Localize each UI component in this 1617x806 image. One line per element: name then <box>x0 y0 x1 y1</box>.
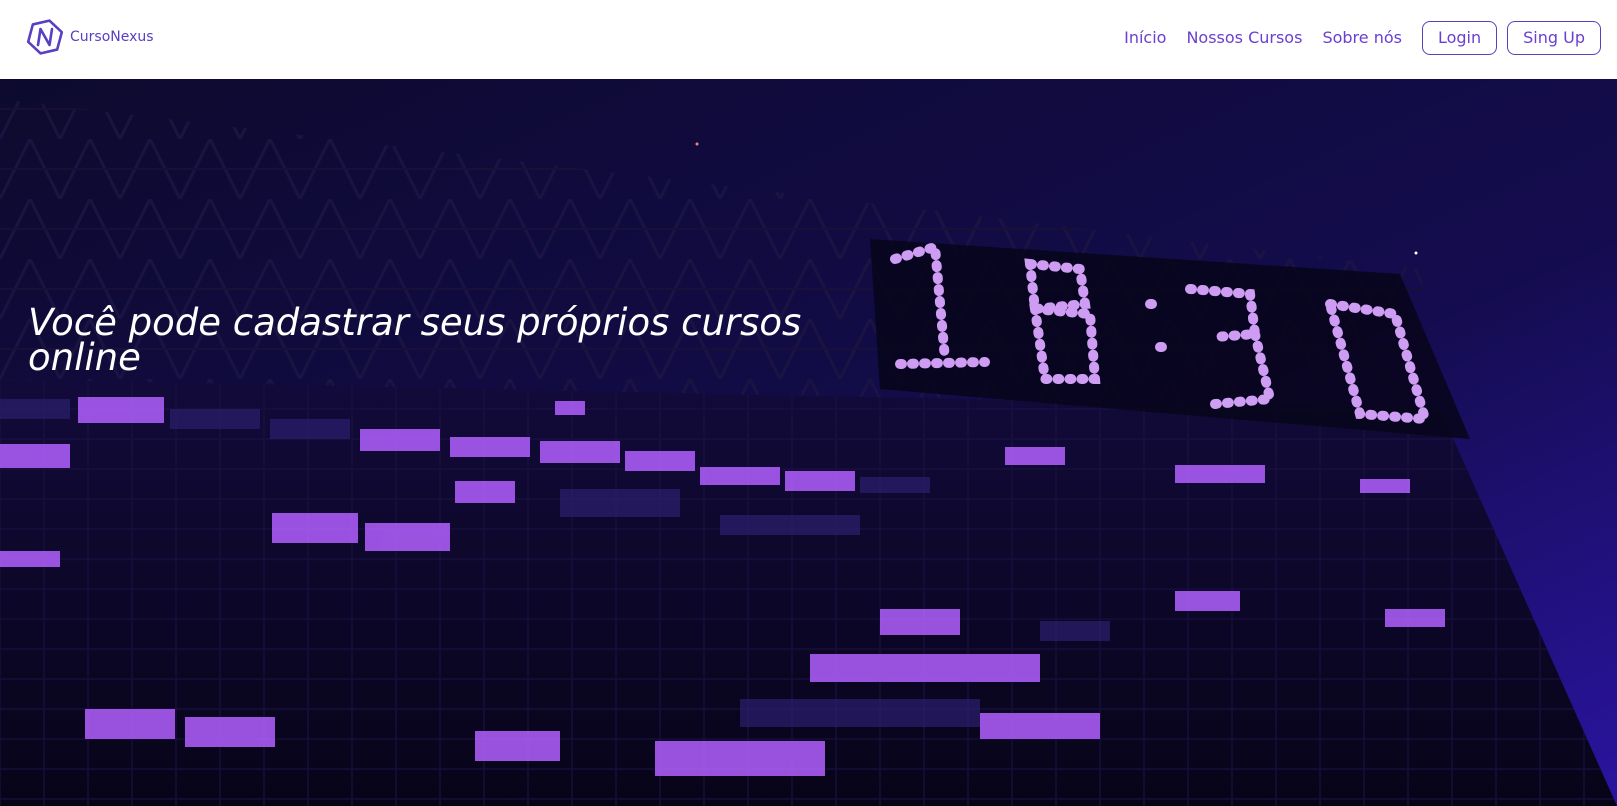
signup-button[interactable]: Sing Up <box>1507 20 1601 55</box>
nav-link-sobre-nos[interactable]: Sobre nós <box>1322 28 1402 47</box>
hero-background-image <box>0 79 1617 806</box>
top-navbar: CursoNexus Início Nossos Cursos Sobre nó… <box>0 0 1617 79</box>
brand-name: CursoNexus <box>70 28 154 45</box>
nav-link-inicio[interactable]: Início <box>1124 28 1166 47</box>
hexagon-n-logo-icon <box>26 18 64 55</box>
brand-link[interactable]: CursoNexus <box>26 18 154 56</box>
hero-banner: Você pode cadastrar seus próprios cursos… <box>0 79 1617 806</box>
nav-link-nossos-cursos[interactable]: Nossos Cursos <box>1186 28 1302 47</box>
hero-title: Você pode cadastrar seus próprios cursos… <box>28 301 802 379</box>
main-nav: Início Nossos Cursos Sobre nós Login Sin… <box>1124 20 1601 55</box>
login-button[interactable]: Login <box>1421 20 1498 55</box>
